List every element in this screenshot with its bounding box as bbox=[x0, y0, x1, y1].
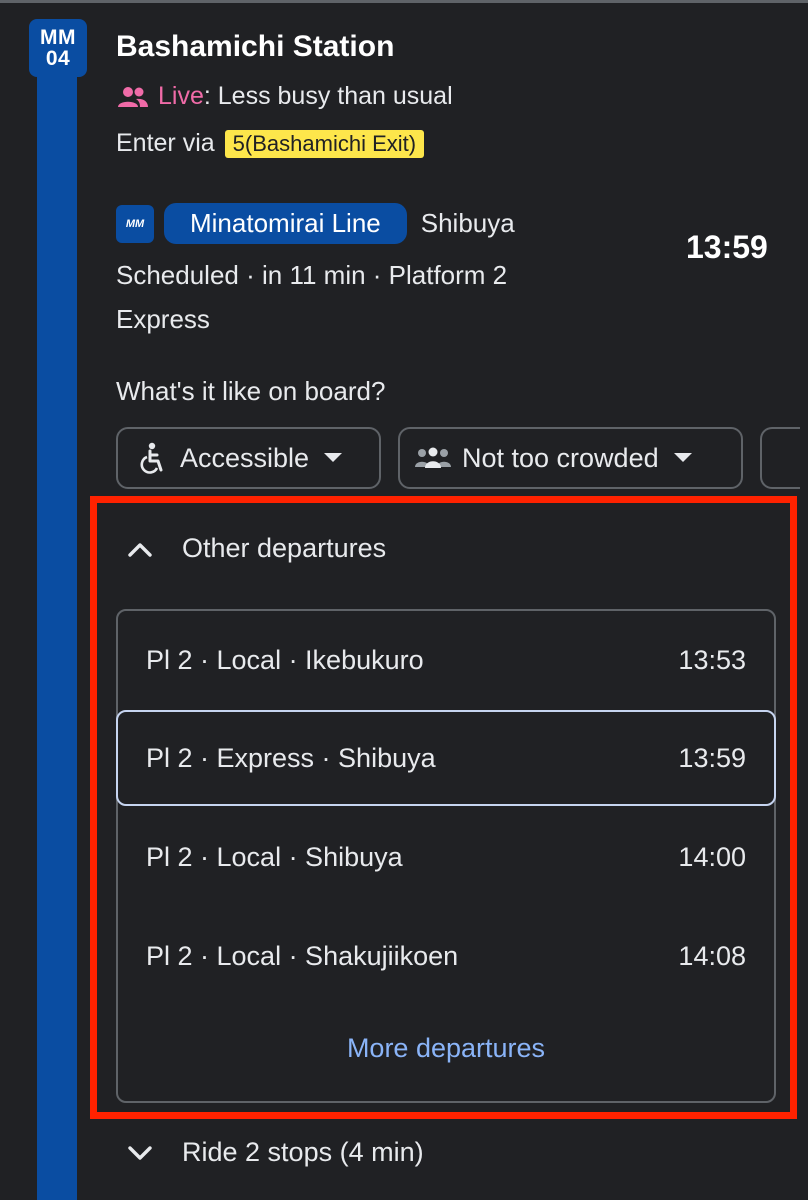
accessible-icon bbox=[140, 442, 163, 474]
line-name-pill[interactable]: Minatomirai Line bbox=[164, 203, 407, 244]
departure-row-selected[interactable]: Pl 2 · Express · Shibuya 13:59 bbox=[116, 710, 776, 806]
ride-stops-toggle[interactable]: Ride 2 stops (4 min) bbox=[128, 1137, 424, 1168]
transit-directions-panel: MM 04 Bashamichi Station Live : Less bus… bbox=[0, 0, 808, 1200]
accessible-chip[interactable]: Accessible bbox=[116, 427, 381, 489]
departure-row[interactable]: Pl 2 · Local · Ikebukuro 13:53 bbox=[118, 611, 774, 710]
chevron-up-icon bbox=[128, 542, 152, 557]
live-label: Live bbox=[158, 82, 204, 110]
enter-via-text: Enter via bbox=[116, 129, 215, 157]
other-departures-title: Other departures bbox=[182, 533, 387, 563]
chevron-down-icon bbox=[673, 453, 692, 462]
station-code-line: MM bbox=[40, 26, 76, 49]
crowdedness-chip[interactable]: Not too crowded bbox=[398, 427, 743, 489]
station-name[interactable]: Bashamichi Station bbox=[116, 30, 394, 64]
line-logo-icon: MM bbox=[116, 204, 154, 243]
departure-time: 13:59 bbox=[686, 229, 768, 265]
line-info: MM Minatomirai Line Shibuya bbox=[116, 203, 515, 244]
departure-row-time: 13:59 bbox=[678, 742, 746, 773]
people-group-icon bbox=[415, 447, 451, 468]
departure-row-time: 14:08 bbox=[678, 941, 746, 971]
people-icon bbox=[118, 86, 148, 107]
chevron-down-icon bbox=[128, 1145, 152, 1160]
line-route-bar bbox=[37, 60, 77, 1200]
departure-row-label: Pl 2 · Local · Shibuya bbox=[146, 842, 403, 872]
other-departures-toggle[interactable]: Other departures bbox=[128, 533, 386, 564]
departures-list: Pl 2 · Local · Ikebukuro 13:53 Pl 2 · Ex… bbox=[116, 609, 776, 1103]
crowdedness-chip-label: Not too crowded bbox=[462, 442, 659, 473]
line-destination: Shibuya bbox=[420, 208, 515, 238]
accessible-chip-label: Accessible bbox=[180, 442, 310, 473]
more-departures-link[interactable]: More departures bbox=[118, 1033, 774, 1064]
top-divider bbox=[0, 0, 808, 3]
ride-stops-label: Ride 2 stops (4 min) bbox=[182, 1137, 424, 1167]
departure-row[interactable]: Pl 2 · Local · Shakujiikoen 14:08 bbox=[118, 907, 774, 1006]
exit-chip: 5(Bashamichi Exit) bbox=[224, 129, 425, 158]
chevron-down-icon bbox=[324, 453, 343, 462]
departure-row-label: Pl 2 · Express · Shibuya bbox=[146, 742, 436, 773]
departure-row-time: 13:53 bbox=[678, 645, 746, 675]
onboard-question: What's it like on board? bbox=[116, 376, 386, 406]
station-code-badge: MM 04 bbox=[29, 19, 87, 77]
more-feedback-chip[interactable] bbox=[760, 427, 800, 489]
train-type: Express bbox=[116, 304, 210, 334]
entrance-info: Enter via 5(Bashamichi Exit) bbox=[116, 129, 425, 158]
departure-row-time: 14:00 bbox=[678, 842, 746, 872]
live-busyness: Live : Less busy than usual bbox=[116, 82, 453, 111]
departure-row-label: Pl 2 · Local · Ikebukuro bbox=[146, 645, 424, 675]
station-code-number: 04 bbox=[45, 47, 71, 70]
live-status-text: : Less busy than usual bbox=[203, 82, 453, 110]
departure-row[interactable]: Pl 2 · Local · Shibuya 14:00 bbox=[118, 808, 774, 907]
departure-row-label: Pl 2 · Local · Shakujiikoen bbox=[146, 941, 459, 971]
departure-status: Scheduled · in 11 min · Platform 2 bbox=[116, 260, 508, 290]
